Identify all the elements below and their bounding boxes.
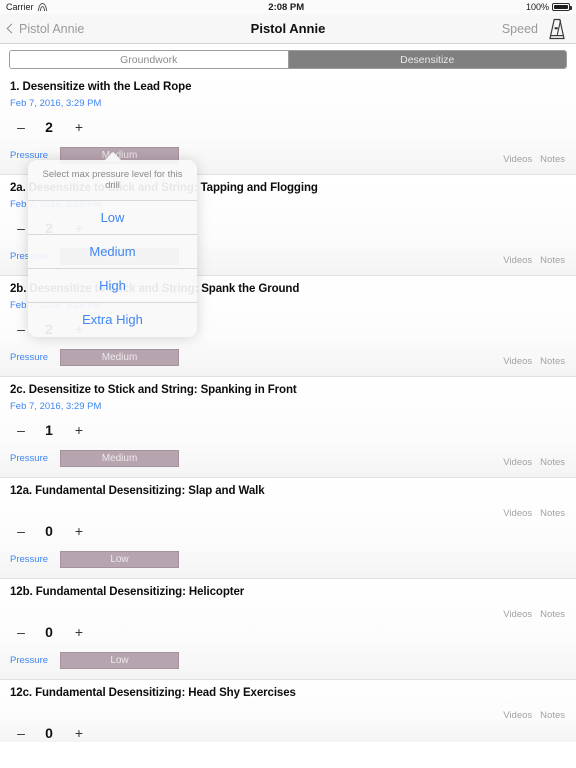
pressure-level-popover: Select max pressure level for this drill… [28,152,197,337]
popover-option-high[interactable]: High [28,269,197,303]
navigation-bar: Pistol Annie Pistol Annie Speed [0,14,576,44]
pressure-level-button[interactable]: Low [60,551,179,568]
videos-button[interactable]: Videos [503,609,532,620]
notes-button[interactable]: Notes [540,710,565,721]
row-actions: Videos Notes [503,508,565,519]
count-stepper[interactable]: – 0 + [10,724,566,742]
wifi-icon [37,3,47,11]
decrement-button[interactable]: – [10,120,32,134]
decrement-button[interactable]: – [10,423,32,437]
segmented-control[interactable]: Groundwork Desensitize [9,50,567,69]
notes-button[interactable]: Notes [540,457,565,468]
decrement-button[interactable]: – [10,726,32,740]
pressure-control: Pressure Medium [10,349,566,376]
count-stepper[interactable]: – 2 + [10,118,566,136]
increment-button[interactable]: + [66,119,92,135]
status-bar-right: 100% [525,2,572,12]
table-row[interactable]: 1. Desensitize with the Lead Rope Feb 7,… [0,74,576,174]
videos-button[interactable]: Videos [503,154,532,165]
carrier-label: Carrier [6,2,34,12]
popover-option-low[interactable]: Low [28,201,197,235]
row-actions: Videos Notes [503,710,565,721]
row-actions: Videos Notes [503,154,565,165]
segment-desensitize[interactable]: Desensitize [287,51,566,68]
notes-button[interactable]: Notes [540,508,565,519]
table-row[interactable]: 2c. Desensitize to Stick and String: Spa… [0,376,576,477]
count-value: 1 [45,422,53,438]
videos-button[interactable]: Videos [503,255,532,266]
videos-button[interactable]: Videos [503,356,532,367]
popover-option-medium[interactable]: Medium [28,235,197,269]
navigation-bar-right: Speed [502,17,568,41]
status-bar-left: Carrier [6,2,47,12]
increment-button[interactable]: + [66,422,92,438]
battery-percent-label: 100% [525,2,549,12]
drill-title: 12b. Fundamental Desensitizing: Helicopt… [10,586,245,598]
status-bar-time: 2:08 PM [268,1,305,13]
pressure-label: Pressure [10,453,49,464]
notes-button[interactable]: Notes [540,154,565,165]
count-value: 0 [45,725,53,741]
notes-button[interactable]: Notes [540,255,565,266]
back-button[interactable]: Pistol Annie [6,21,85,36]
popover-title: Select max pressure level for this drill [28,160,197,201]
drill-date: Feb 7, 2016, 3:29 PM [10,401,102,412]
row-actions: Videos Notes [503,255,565,266]
videos-button[interactable]: Videos [503,710,532,721]
status-bar: Carrier 2:08 PM 100% [0,0,576,14]
pressure-control: Pressure Low [10,652,566,679]
row-actions: Videos Notes [503,356,565,367]
page-title: Pistol Annie [250,21,326,36]
drill-date: Feb 7, 2016, 3:29 PM [10,98,102,109]
count-value: 2 [45,119,53,135]
pressure-level-button[interactable]: Low [60,652,179,669]
drill-date [10,502,566,513]
segmented-control-container: Groundwork Desensitize [0,44,576,74]
videos-button[interactable]: Videos [503,457,532,468]
increment-button[interactable]: + [66,523,92,539]
notes-button[interactable]: Notes [540,356,565,367]
drill-title: 2c. Desensitize to Stick and String: Spa… [10,384,297,396]
videos-button[interactable]: Videos [503,508,532,519]
decrement-button[interactable]: – [10,524,32,538]
table-row[interactable]: 12b. Fundamental Desensitizing: Helicopt… [0,578,576,679]
table-row[interactable]: 12a. Fundamental Desensitizing: Slap and… [0,477,576,578]
count-value: 0 [45,624,53,640]
count-stepper[interactable]: – 0 + [10,623,566,641]
back-button-label: Pistol Annie [19,21,85,36]
pressure-level-button[interactable]: Medium [60,349,179,366]
pressure-control: Pressure Medium [10,450,566,477]
increment-button[interactable]: + [66,725,92,741]
chevron-left-icon [6,23,17,34]
row-actions: Videos Notes [503,609,565,620]
count-stepper[interactable]: – 0 + [10,522,566,540]
popover-arrow-icon [104,152,122,161]
pressure-label: Pressure [10,655,49,666]
decrement-button[interactable]: – [10,625,32,639]
pressure-level-button[interactable]: Medium [60,450,179,467]
metronome-icon[interactable] [546,17,568,41]
count-value: 0 [45,523,53,539]
speed-button[interactable]: Speed [502,22,538,36]
row-actions: Videos Notes [503,457,565,468]
drill-title: 12a. Fundamental Desensitizing: Slap and… [10,485,265,497]
drill-date [10,603,566,614]
notes-button[interactable]: Notes [540,609,565,620]
drill-date [10,704,566,715]
increment-button[interactable]: + [66,624,92,640]
pressure-control: Pressure Low [10,551,566,578]
popover-option-extra-high[interactable]: Extra High [28,303,197,337]
count-stepper[interactable]: – 1 + [10,421,566,439]
pressure-label: Pressure [10,352,49,363]
drill-title: 1. Desensitize with the Lead Rope [10,81,192,93]
segment-groundwork[interactable]: Groundwork [10,51,288,68]
table-row[interactable]: 12c. Fundamental Desensitizing: Head Shy… [0,679,576,742]
drill-title: 12c. Fundamental Desensitizing: Head Shy… [10,687,296,699]
battery-full-icon [552,3,572,11]
pressure-label: Pressure [10,554,49,565]
